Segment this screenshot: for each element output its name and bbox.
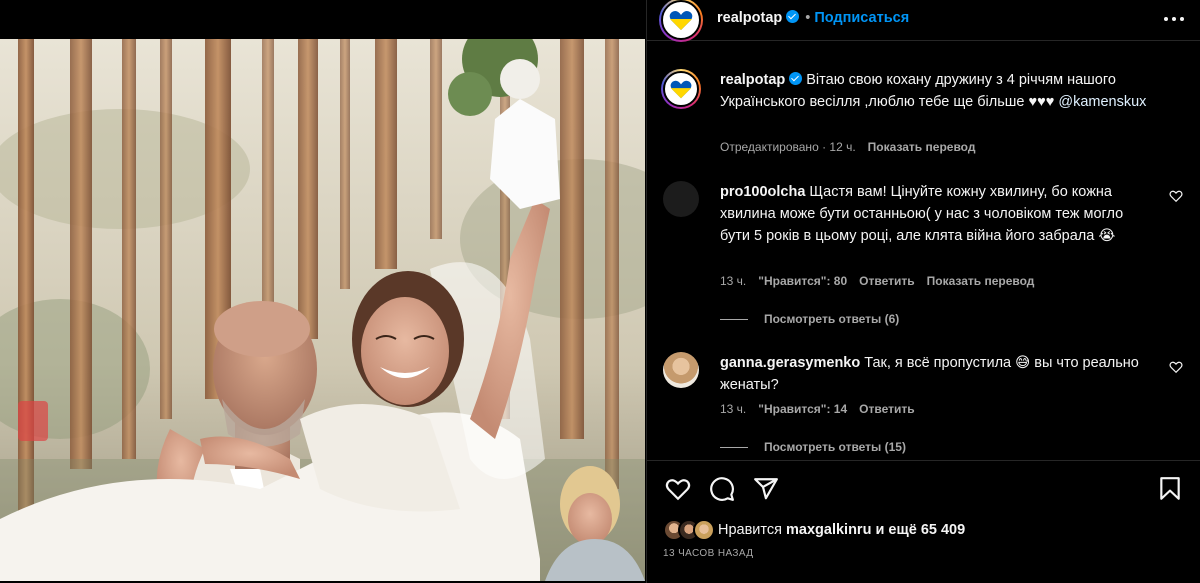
- verified-icon: [786, 10, 800, 23]
- caption-body: realpotap Вітаю свою кохану дружину з 4 р…: [720, 69, 1150, 113]
- likes-count[interactable]: 65 409: [921, 522, 965, 538]
- separator-dot: •: [805, 10, 811, 26]
- view-replies-label[interactable]: Посмотреть ответы (6): [764, 312, 899, 326]
- commenter-avatar[interactable]: [663, 352, 699, 388]
- comment-likes[interactable]: "Нравится": 14: [758, 402, 847, 416]
- comment-translate-link[interactable]: Показать перевод: [927, 274, 1035, 288]
- likes-prefix: Нравится: [718, 522, 782, 538]
- post-header: realpotap • Подписаться: [647, 0, 1200, 42]
- comment-reply-link[interactable]: Ответить: [859, 402, 914, 416]
- comment-meta: 13 ч. "Нравится": 80 Ответить Показать п…: [720, 274, 1034, 288]
- more-icon[interactable]: [1164, 9, 1184, 29]
- comments-list[interactable]: realpotap Вітаю свою кохану дружину з 4 р…: [647, 56, 1200, 454]
- caption-row: realpotap Вітаю свою кохану дружину з 4 р…: [661, 69, 1183, 179]
- author-avatar[interactable]: [659, 0, 703, 42]
- verified-icon: [789, 72, 803, 85]
- comment-meta: 13 ч. "Нравится": 14 Ответить: [720, 402, 915, 416]
- wedding-photo-illustration: [0, 39, 645, 581]
- caption-username[interactable]: realpotap: [720, 72, 785, 88]
- heart-icon[interactable]: [665, 476, 691, 502]
- heart-flag-logo: [670, 80, 692, 99]
- replies-line: [720, 318, 748, 320]
- commenter-avatar[interactable]: [663, 181, 699, 217]
- author-username[interactable]: realpotap: [717, 10, 782, 26]
- action-bar: [647, 460, 1200, 516]
- comment-reply-link[interactable]: Ответить: [859, 274, 914, 288]
- post-side-panel: realpotap • Подписаться realpotap Вітаю сво…: [646, 0, 1200, 583]
- caption-meta: Отредактировано · 12 ч. Показать перевод: [720, 140, 975, 154]
- comment-row: pro100olcha Щастя вам! Цінуйте кожну хвил…: [663, 181, 1183, 326]
- comment-time: 13 ч.: [720, 274, 747, 288]
- comment-body: pro100olcha Щастя вам! Цінуйте кожну хвил…: [720, 181, 1150, 247]
- view-replies-link[interactable]: Посмотреть ответы (15): [720, 440, 906, 454]
- share-icon[interactable]: [753, 476, 779, 502]
- header-text: realpotap • Подписаться: [717, 10, 909, 26]
- likes-row: Нравится maxgalkinru и ещё 65 409: [663, 517, 965, 543]
- caption-translate-link[interactable]: Показать перевод: [868, 140, 976, 154]
- caption-avatar[interactable]: [661, 69, 701, 109]
- likers-avatars[interactable]: [663, 519, 715, 541]
- view-replies-label[interactable]: Посмотреть ответы (15): [764, 440, 906, 454]
- bookmark-icon[interactable]: [1157, 476, 1183, 502]
- caption-mention[interactable]: @kamenskux: [1058, 94, 1146, 110]
- heart-icon[interactable]: [1169, 360, 1183, 374]
- view-replies-link[interactable]: Посмотреть ответы (6): [720, 312, 899, 326]
- likes-user-link[interactable]: maxgalkinru: [786, 522, 871, 538]
- comment-username[interactable]: ganna.gerasymenko: [720, 355, 860, 371]
- comment-likes[interactable]: "Нравится": 80: [758, 274, 847, 288]
- likes-middle[interactable]: и ещё: [875, 522, 916, 538]
- post-photo[interactable]: [0, 39, 645, 581]
- heart-icon[interactable]: [1169, 189, 1183, 203]
- comment-body: ganna.gerasymenko Так, я всё пропустила 😅…: [720, 352, 1150, 396]
- follow-button[interactable]: Подписаться: [814, 10, 909, 26]
- post-time-ago[interactable]: 13 ЧАСОВ НАЗАД: [663, 548, 753, 559]
- replies-line: [720, 446, 748, 448]
- liker-avatar: [693, 519, 715, 541]
- likes-text: Нравится maxgalkinru и ещё 65 409: [718, 522, 965, 538]
- post-media-pane: [0, 0, 645, 583]
- comment-username[interactable]: pro100olcha: [720, 184, 805, 200]
- comment-icon[interactable]: [709, 476, 735, 502]
- comment-time: 13 ч.: [720, 402, 747, 416]
- caption-time: Отредактировано · 12 ч.: [720, 140, 856, 154]
- comment-row: ganna.gerasymenko Так, я всё пропустила 😅…: [663, 352, 1183, 454]
- heart-flag-logo: [669, 11, 693, 30]
